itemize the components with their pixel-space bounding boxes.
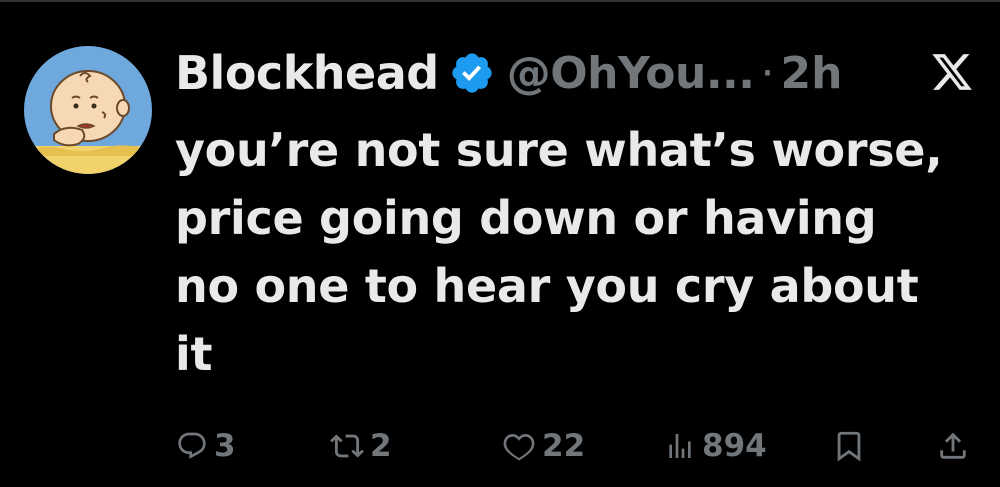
tweet-text-line: price going down or having: [175, 191, 877, 245]
tweet-text-line: you’re not sure what’s worse,: [175, 123, 943, 177]
avatar[interactable]: [24, 46, 152, 174]
reply-icon: [178, 432, 206, 459]
author-handle[interactable]: @OhYou...: [507, 48, 755, 99]
views-chart-icon: [669, 434, 691, 458]
repost-icon: [330, 434, 364, 458]
action-bar: 3 2 22 894: [0, 420, 1000, 472]
repost-count: 2: [370, 428, 392, 464]
x-logo-icon[interactable]: [930, 50, 974, 94]
reply-button[interactable]: 3: [176, 420, 236, 472]
charlie-brown-avatar-icon: [24, 46, 152, 174]
separator-dot: ·: [760, 47, 775, 99]
verified-badge-icon: [452, 53, 492, 93]
tweet-text-line: no one to hear you cry about: [175, 259, 919, 313]
reply-count: 3: [214, 428, 236, 464]
timestamp[interactable]: 2h: [780, 48, 842, 99]
tweet-header: Blockhead @OhYou... · 2h: [175, 38, 842, 108]
like-button[interactable]: 22: [502, 420, 585, 472]
view-count: 894: [702, 428, 767, 464]
views-button[interactable]: 894: [664, 420, 767, 472]
tweet-text: you’re not sure what’s worse, price goin…: [175, 116, 975, 388]
heart-icon: [503, 433, 535, 461]
tweet-card[interactable]: Blockhead @OhYou... · 2h you’re not sure…: [0, 0, 1000, 487]
share-button[interactable]: [936, 420, 970, 472]
share-icon: [940, 432, 966, 459]
repost-button[interactable]: 2: [330, 420, 392, 472]
tweet-text-line: it: [175, 327, 213, 381]
bookmark-button[interactable]: [832, 420, 866, 472]
display-name[interactable]: Blockhead: [175, 46, 439, 100]
like-count: 22: [542, 428, 586, 464]
bookmark-icon: [837, 431, 861, 462]
